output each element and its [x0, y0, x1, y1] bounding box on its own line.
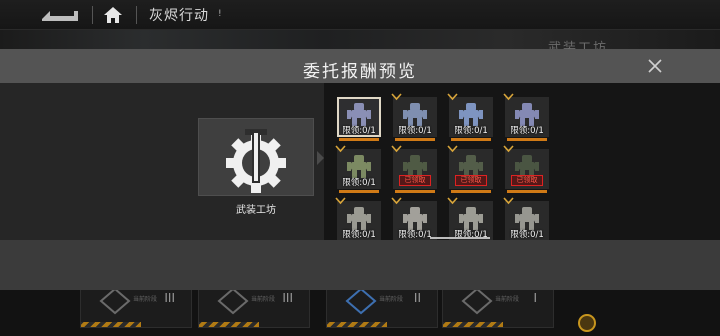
- chevron-down-icon: [335, 145, 346, 153]
- rewards-grid[interactable]: 限领:0/1 限领:0/1 限领:0/1 限领:0/1 限领:0/1 已领取 已领取 已领取限…: [324, 83, 720, 240]
- modal-title: 委托报酬预览: [303, 62, 417, 82]
- rarity-bar: [507, 190, 547, 193]
- stage-sub-label: 当前阶段: [494, 296, 519, 303]
- chevron-down-icon: [391, 93, 402, 101]
- stage-icon: [345, 287, 377, 315]
- source-label: 武装工坊: [236, 205, 276, 216]
- stage-icon: [461, 287, 493, 315]
- reward-item[interactable]: 限领:0/1: [503, 93, 549, 141]
- rarity-bar: [395, 190, 435, 193]
- reward-item[interactable]: 限领:0/1: [391, 197, 437, 240]
- divider: [136, 6, 137, 24]
- close-icon[interactable]: [644, 55, 666, 77]
- claimed-stamp: 已领取: [511, 175, 543, 186]
- reward-item[interactable]: 限领:0/1: [447, 93, 493, 141]
- stage-rank: I: [533, 291, 537, 305]
- claim-limit-label: 限领:0/1: [398, 126, 432, 136]
- reward-item[interactable]: 限领:0/1: [335, 145, 381, 193]
- reward-item[interactable]: 限领:0/1: [391, 93, 437, 141]
- stage-rank: II: [413, 291, 421, 305]
- rarity-bar: [507, 138, 547, 141]
- reward-item[interactable]: 限领:0/1: [503, 197, 549, 240]
- claim-limit-label: 限领:0/1: [342, 126, 376, 136]
- rarity-bar: [339, 190, 379, 193]
- coin-icon: [578, 314, 596, 332]
- stage-sub-label: 当前阶段: [250, 296, 275, 303]
- claim-limit-label: 限领:0/1: [510, 230, 544, 240]
- back-arrow-icon[interactable]: [40, 7, 80, 23]
- chevron-down-icon: [447, 197, 458, 205]
- claimed-stamp: 已领取: [399, 175, 431, 186]
- top-bar: 灰烬行动 !: [0, 0, 720, 30]
- divider: [92, 6, 93, 24]
- reward-item[interactable]: 已领取: [503, 145, 549, 193]
- reward-item[interactable]: 已领取: [447, 145, 493, 193]
- chevron-down-icon: [447, 93, 458, 101]
- stage-sub-label: 当前阶段: [132, 296, 157, 303]
- rarity-bar: [339, 138, 379, 141]
- claim-limit-label: 限领:0/1: [342, 178, 376, 188]
- modal-footer: [0, 240, 720, 290]
- source-card: [198, 118, 314, 196]
- scroll-indicator[interactable]: [430, 237, 490, 239]
- reward-item[interactable]: 已领取: [391, 145, 437, 193]
- hazard-stripe: [443, 322, 503, 327]
- chevron-down-icon: [391, 145, 402, 153]
- stage-rank: III: [282, 291, 293, 305]
- claim-limit-label: 限领:0/1: [342, 230, 376, 240]
- chevron-down-icon: [335, 197, 346, 205]
- rarity-bar: [451, 138, 491, 141]
- reward-item[interactable]: 限领:0/1: [335, 197, 381, 240]
- chevron-down-icon: [503, 197, 514, 205]
- chevron-down-icon: [503, 145, 514, 153]
- rarity-bar: [451, 190, 491, 193]
- chevron-down-icon: [447, 145, 458, 153]
- rarity-bar: [395, 138, 435, 141]
- chevron-down-icon: [503, 93, 514, 101]
- stage-sub-label: 当前阶段: [378, 296, 403, 303]
- stage-icon: [99, 287, 131, 315]
- hazard-stripe: [199, 322, 259, 327]
- page-title: 灰烬行动: [149, 8, 209, 24]
- pointer-arrow: [317, 151, 324, 165]
- gear-workshop-icon: [226, 129, 286, 193]
- reward-item[interactable]: 限领:0/1: [447, 197, 493, 240]
- reward-preview-modal: 委托报酬预览 限领:0/1 限领:0/1 限领:0/1 限领:0/1 限领:0/1 已领取…: [0, 49, 720, 290]
- title-badge: !: [218, 9, 222, 19]
- chevron-down-icon: [391, 197, 402, 205]
- claim-limit-label: 限领:0/1: [510, 126, 544, 136]
- stage-rank: III: [164, 291, 175, 305]
- hazard-stripe: [327, 322, 387, 327]
- hazard-stripe: [81, 322, 141, 327]
- claimed-stamp: 已领取: [455, 175, 487, 186]
- stage-icon: [217, 287, 249, 315]
- reward-item[interactable]: 限领:0/1: [337, 97, 381, 141]
- modal-header: 委托报酬预览: [0, 49, 720, 83]
- claim-limit-label: 限领:0/1: [454, 126, 488, 136]
- home-icon[interactable]: [103, 5, 123, 25]
